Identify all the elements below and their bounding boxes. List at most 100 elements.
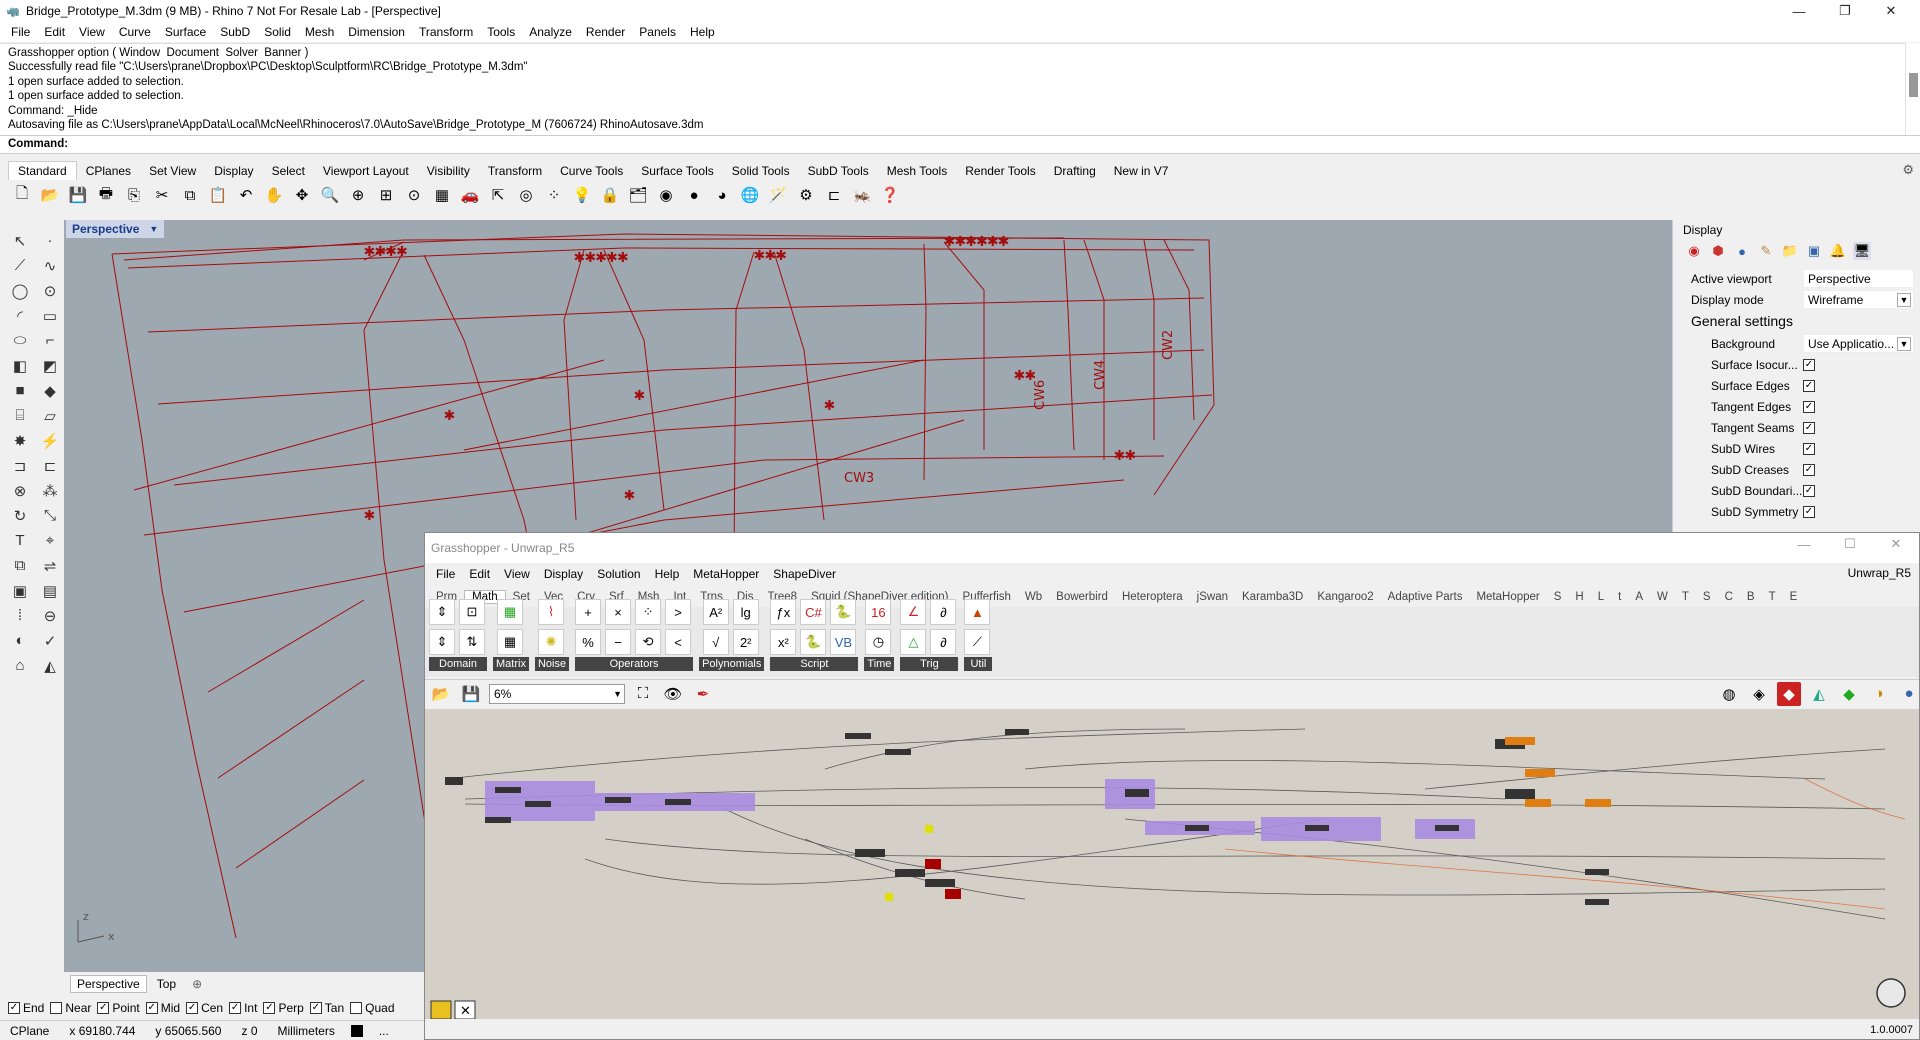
open-folder-icon[interactable]: 📂 — [38, 183, 62, 207]
array-icon[interactable]: ⁂ — [36, 478, 64, 503]
menu-view[interactable]: View — [72, 25, 112, 39]
viewport-layout-icon[interactable]: ▦ — [430, 183, 454, 207]
csharp-icon[interactable]: C# — [800, 599, 827, 625]
layer-icon[interactable]: 🗂 — [626, 183, 650, 207]
preview-sphere-icon[interactable]: ● — [1897, 682, 1919, 706]
selected-preview-icon[interactable]: ◆ — [1777, 681, 1801, 706]
osnap-checkbox[interactable]: ✓ — [229, 1002, 242, 1014]
sketch-pen-icon[interactable]: ✒ — [691, 682, 715, 706]
gh-tab[interactable]: C — [1718, 591, 1740, 603]
osnap-checkbox[interactable]: ✓ — [8, 1002, 20, 1014]
pan-hand-icon[interactable]: ✋ — [262, 183, 286, 207]
save-icon[interactable]: 💾 — [66, 183, 90, 207]
panel-label[interactable]: Time — [864, 657, 895, 671]
setting-checkbox[interactable]: ✓ — [1803, 400, 1815, 413]
check-icon[interactable]: ✓ — [36, 628, 64, 653]
ellipse-icon[interactable]: ⬭ — [6, 328, 34, 353]
tab-display[interactable]: Display — [205, 162, 262, 180]
tangent-icon[interactable]: ∂ — [930, 629, 957, 655]
curve-icon[interactable]: ∿ — [36, 253, 64, 278]
settings-gear-icon[interactable]: ⚙ — [794, 183, 818, 207]
material-icon[interactable]: ⬢ — [1709, 242, 1727, 260]
gh-tab[interactable]: T — [1762, 591, 1783, 603]
matrix-grid-icon[interactable]: ▦ — [496, 599, 523, 625]
multiplication-icon[interactable]: × — [605, 599, 632, 625]
sqrt-icon[interactable]: √ — [702, 629, 729, 655]
panel-label[interactable]: Polynomials — [699, 657, 765, 671]
gh-maximize-button[interactable]: ☐ — [1827, 533, 1873, 555]
gh-menu-help[interactable]: Help — [648, 567, 687, 581]
viewport-menu-icon[interactable]: ▼ — [149, 224, 158, 234]
dimension-tool-icon[interactable]: ⌖ — [36, 528, 64, 553]
subtraction-icon[interactable]: − — [605, 629, 632, 655]
zoom-select[interactable]: 6% ▼ — [489, 683, 625, 704]
gh-tab[interactable]: W — [1650, 591, 1675, 603]
lock-icon[interactable]: 🔒 — [598, 183, 622, 207]
units[interactable]: Millimeters — [268, 1024, 345, 1038]
analyze-icon[interactable]: ◐ — [6, 628, 34, 653]
osnap-checkbox[interactable]: ✓ — [263, 1002, 276, 1014]
tab-standard[interactable]: Standard — [8, 161, 77, 180]
gh-tab[interactable]: Heteroptera — [1115, 591, 1190, 603]
solid-icon[interactable]: ◆ — [36, 378, 64, 403]
background-select[interactable]: Use Applicatio... ▼ — [1803, 334, 1914, 353]
preview-eye-icon[interactable]: 👁 — [661, 682, 685, 706]
command-history[interactable]: Grasshopper option ( Window Document Sol… — [0, 43, 1905, 135]
menu-subd[interactable]: SubD — [213, 25, 257, 39]
zoom-icon[interactable]: 🔍 — [318, 183, 342, 207]
trim-icon[interactable]: ⚡ — [36, 428, 64, 453]
text-icon[interactable]: T — [6, 528, 34, 553]
osnap-checkbox[interactable]: ✓ — [145, 1002, 158, 1014]
graph-icon[interactable]: ⟋ — [964, 629, 991, 655]
menu-panels[interactable]: Panels — [632, 25, 683, 39]
zoom-extents-icon[interactable]: ⊞ — [374, 183, 398, 207]
point-icon[interactable]: · — [36, 228, 64, 253]
gh-tab[interactable]: T — [1675, 591, 1696, 603]
gh-minimize-button[interactable]: — — [1781, 533, 1827, 555]
osnap-mid[interactable]: ✓ Mid — [145, 1001, 180, 1015]
wireframe-preview-icon[interactable]: ◍ — [1717, 682, 1741, 706]
tab-new-in-v7[interactable]: New in V7 — [1105, 162, 1178, 180]
python3-icon[interactable]: 🐍 — [800, 629, 827, 655]
add-viewport-icon[interactable]: ⊕ — [186, 976, 208, 992]
osnap-tan[interactable]: ✓ Tan — [309, 1001, 344, 1015]
gh-grasshopper-icon[interactable] — [430, 1000, 452, 1019]
mesh-quality-icon[interactable]: ◭ — [1807, 682, 1831, 706]
menu-edit[interactable]: Edit — [37, 25, 72, 39]
maximize-button[interactable]: ❐ — [1822, 0, 1868, 22]
tab-set-view[interactable]: Set View — [140, 162, 205, 180]
sphere-icon[interactable]: ● — [682, 183, 706, 207]
surface-icon[interactable]: ◧ — [6, 353, 34, 378]
display-mode-select[interactable]: Wireframe ▼ — [1803, 290, 1914, 309]
car-icon[interactable]: 🚗 — [458, 183, 482, 207]
paste-icon[interactable]: 📋 — [206, 183, 230, 207]
domain-remap-icon[interactable]: ⇅ — [459, 629, 485, 655]
angle-icon[interactable]: ∠ — [900, 599, 927, 625]
undo-icon[interactable]: ↶ — [234, 183, 258, 207]
tab-curve-tools[interactable]: Curve Tools — [551, 162, 632, 180]
gh-tab[interactable]: S — [1547, 591, 1569, 603]
tab-render-tools[interactable]: Render Tools — [956, 162, 1045, 180]
gh-menu-display[interactable]: Display — [537, 567, 590, 581]
noise-icon[interactable]: ✺ — [538, 629, 565, 655]
notification-bell-icon[interactable]: 🔔 — [1829, 242, 1847, 260]
zoom-window-icon[interactable]: ⊕ — [346, 183, 370, 207]
color-wheel-icon[interactable]: ◉ — [654, 183, 678, 207]
library-folder-icon[interactable]: 📁 — [1781, 242, 1799, 260]
viewport-title[interactable]: Perspective ▼ — [66, 220, 165, 238]
rotate-view-icon[interactable]: ✥ — [290, 183, 314, 207]
tab-transform[interactable]: Transform — [479, 162, 551, 180]
osnap-checkbox[interactable]: ✓ — [186, 1002, 199, 1014]
gh-tab[interactable]: Kangaroo2 — [1310, 591, 1380, 603]
explode-icon[interactable]: ✸ — [6, 428, 34, 453]
select-icon[interactable]: ⇱ — [486, 183, 510, 207]
grasshopper-document-name[interactable]: Unwrap_R5 — [1848, 566, 1911, 580]
setting-checkbox[interactable]: ✓ — [1803, 484, 1815, 497]
osnap-perp[interactable]: ✓ Perp — [263, 1001, 304, 1015]
sweep-icon[interactable]: ◩ — [36, 353, 64, 378]
osnap-quad[interactable]: Quad — [350, 1001, 395, 1015]
environment-icon[interactable]: ● — [1733, 242, 1751, 260]
setting-checkbox[interactable]: ✓ — [1803, 379, 1815, 392]
domain-bounds-icon[interactable]: ⊡ — [459, 599, 485, 625]
gh-menu-file[interactable]: File — [429, 567, 462, 581]
